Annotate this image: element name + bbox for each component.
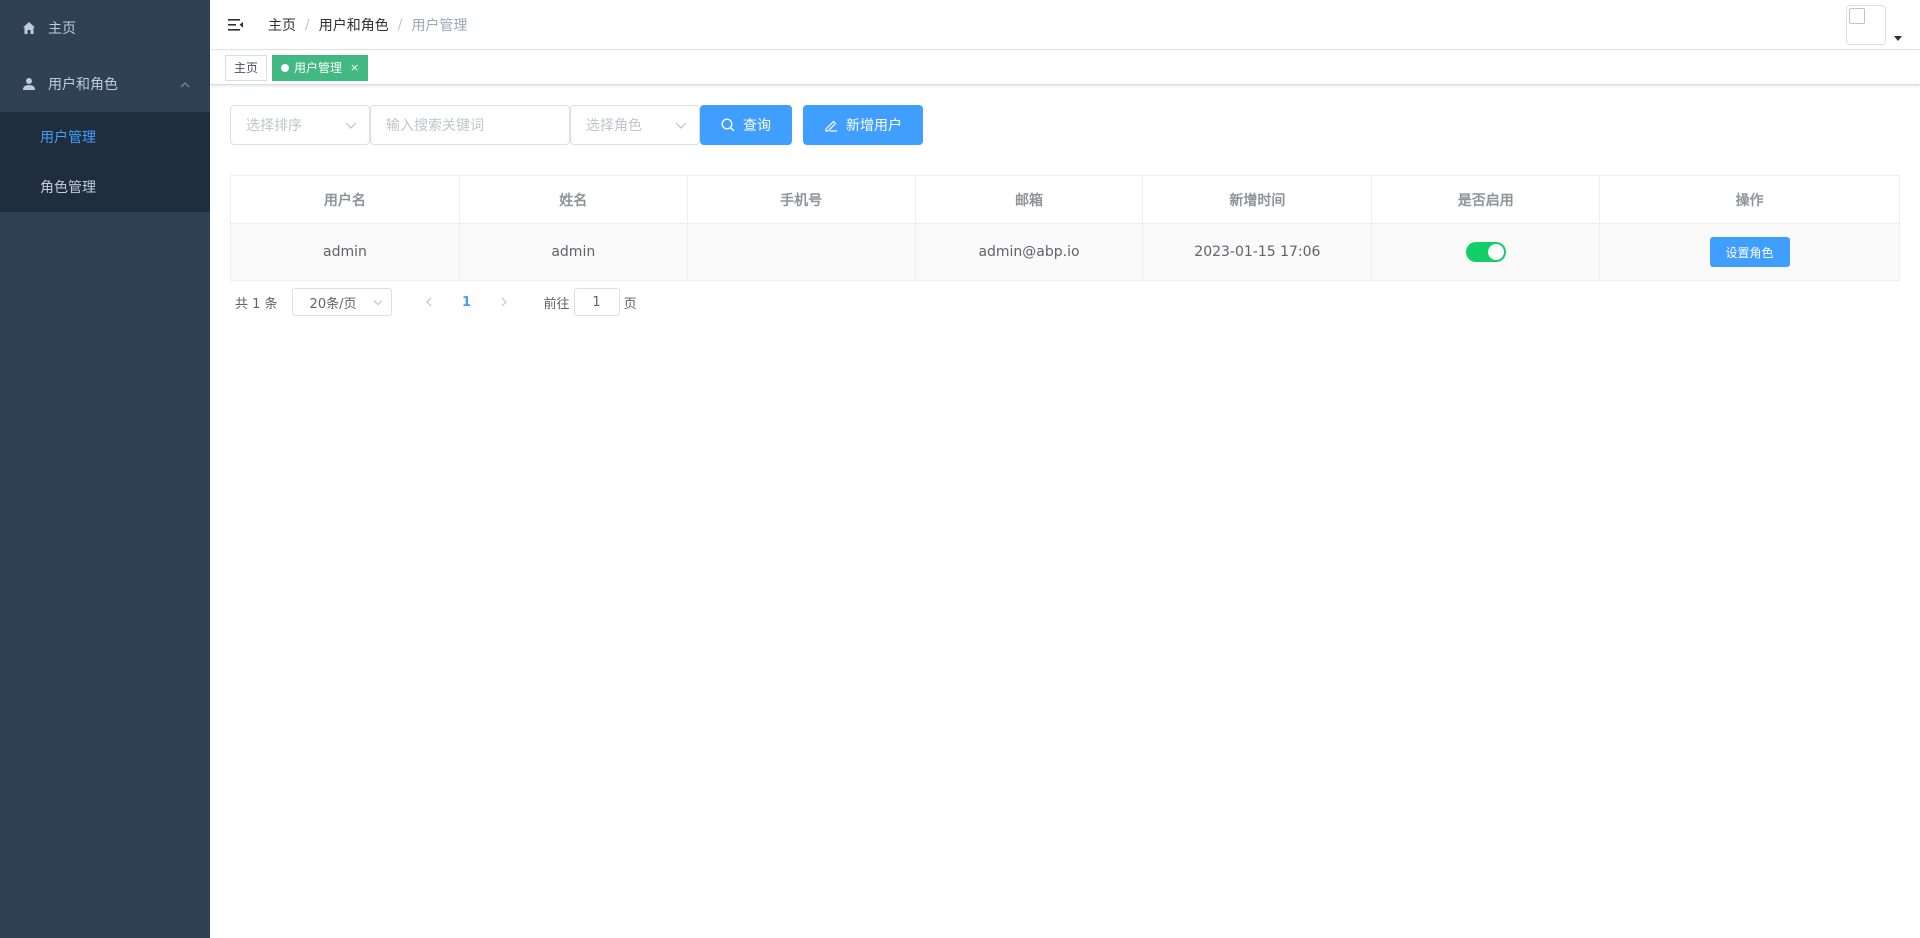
sort-select-placeholder: 选择排序 xyxy=(246,118,302,134)
sidebar-item-home-label: 主页 xyxy=(48,21,76,37)
table-header-row: 用户名 姓名 手机号 邮箱 新增时间 是否启用 操作 xyxy=(231,176,1900,224)
cell-actions: 设置角色 xyxy=(1600,224,1900,281)
page-jump: 前往 1 页 xyxy=(544,288,637,316)
chevron-down-icon xyxy=(675,117,687,133)
table-header[interactable]: 新增时间 xyxy=(1143,176,1373,224)
tags-view: 主页 用户管理 × xyxy=(210,51,1920,85)
sidebar-group-label: 用户和角色 xyxy=(48,77,118,93)
sidebar-submenu: 用户管理 角色管理 xyxy=(0,112,210,212)
enabled-toggle[interactable] xyxy=(1465,242,1506,262)
page-size-select[interactable]: 20条/页 xyxy=(291,288,392,316)
chevron-down-icon xyxy=(373,295,383,310)
user-icon xyxy=(20,75,38,93)
edit-icon xyxy=(824,118,838,132)
user-menu[interactable] xyxy=(1846,5,1902,45)
home-icon xyxy=(20,19,38,37)
query-button-label: 查询 xyxy=(743,118,771,134)
role-select-placeholder: 选择角色 xyxy=(586,118,642,134)
table-header[interactable]: 操作 xyxy=(1600,176,1900,224)
sidebar-group-users-roles[interactable]: 用户和角色 xyxy=(0,56,210,112)
table-header[interactable]: 邮箱 xyxy=(915,176,1144,224)
cell-email: admin@abp.io xyxy=(915,224,1144,281)
pagination: 共 1 条 20条/页 1 前往 1 页 xyxy=(230,287,1900,317)
cell-phone xyxy=(687,224,916,281)
next-page-icon[interactable] xyxy=(490,288,520,316)
user-table: 用户名 姓名 手机号 邮箱 新增时间 是否启用 操作 admin admin a… xyxy=(230,175,1900,281)
page-size-value: 20条/页 xyxy=(309,296,357,312)
search-icon xyxy=(721,118,735,132)
main-content: 选择排序 输入搜索关键词 选择角色 查询 新增用户 用户名 姓名 手机号 邮箱 … xyxy=(210,85,1920,938)
sidebar: 主页 用户和角色 用户管理 角色管理 xyxy=(0,0,210,938)
page-number[interactable]: 1 xyxy=(452,288,482,316)
app-root: 主页 用户和角色 用户管理 角色管理 主页 / 用户和角色 / 用户管理 主页 … xyxy=(0,0,1920,938)
close-icon[interactable]: × xyxy=(350,56,359,80)
set-role-button[interactable]: 设置角色 xyxy=(1709,237,1790,267)
pagination-total: 共 1 条 xyxy=(235,296,278,312)
table-header[interactable]: 手机号 xyxy=(687,176,916,224)
sidebar-item-label: 角色管理 xyxy=(40,180,96,196)
table-header[interactable]: 姓名 xyxy=(459,176,688,224)
chevron-up-icon xyxy=(180,76,190,92)
add-user-button[interactable]: 新增用户 xyxy=(803,105,923,145)
filter-bar: 选择排序 输入搜索关键词 选择角色 查询 新增用户 xyxy=(230,105,1900,145)
cell-created-time: 2023-01-15 17:06 xyxy=(1143,224,1373,281)
tag-label: 主页 xyxy=(234,60,259,75)
page-jump-suffix: 页 xyxy=(623,296,637,312)
prev-page-icon[interactable] xyxy=(414,288,444,316)
chevron-down-icon xyxy=(345,117,357,133)
cell-name: admin xyxy=(459,224,688,281)
breadcrumb: 主页 / 用户和角色 / 用户管理 xyxy=(268,15,467,35)
sidebar-item-label: 用户管理 xyxy=(40,130,96,146)
breadcrumb-item-users-roles[interactable]: 用户和角色 xyxy=(319,15,389,35)
breadcrumb-item-current: 用户管理 xyxy=(411,17,468,34)
breadcrumb-item-home[interactable]: 主页 xyxy=(268,15,296,35)
breadcrumb-separator: / xyxy=(397,16,403,33)
avatar[interactable] xyxy=(1846,5,1886,45)
page-jump-input[interactable]: 1 xyxy=(573,288,620,316)
menu-toggle-icon[interactable] xyxy=(226,15,246,35)
add-user-button-label: 新增用户 xyxy=(846,118,902,134)
search-input[interactable]: 输入搜索关键词 xyxy=(370,105,570,145)
navbar: 主页 / 用户和角色 / 用户管理 xyxy=(210,0,1920,50)
page-jump-prefix: 前往 xyxy=(543,296,570,312)
sidebar-item-user-management[interactable]: 用户管理 xyxy=(0,112,210,162)
table-row: admin admin admin@abp.io 2023-01-15 17:0… xyxy=(231,224,1900,281)
query-button[interactable]: 查询 xyxy=(700,105,792,145)
table-header[interactable]: 是否启用 xyxy=(1372,176,1601,224)
sidebar-item-role-management[interactable]: 角色管理 xyxy=(0,162,210,212)
search-input-placeholder: 输入搜索关键词 xyxy=(386,118,484,134)
cell-username: admin xyxy=(231,224,460,281)
breadcrumb-separator: / xyxy=(305,16,310,33)
caret-down-icon[interactable] xyxy=(1894,36,1902,41)
tag-label: 用户管理 xyxy=(294,60,343,75)
tag-user-management[interactable]: 用户管理 × xyxy=(272,54,369,81)
tag-home[interactable]: 主页 xyxy=(225,54,268,81)
table-header[interactable]: 用户名 xyxy=(231,176,460,224)
sort-select[interactable]: 选择排序 xyxy=(230,105,370,145)
role-select[interactable]: 选择角色 xyxy=(570,105,700,145)
sidebar-item-home[interactable]: 主页 xyxy=(0,0,210,56)
cell-enabled xyxy=(1372,224,1601,281)
active-dot-icon xyxy=(281,63,290,72)
